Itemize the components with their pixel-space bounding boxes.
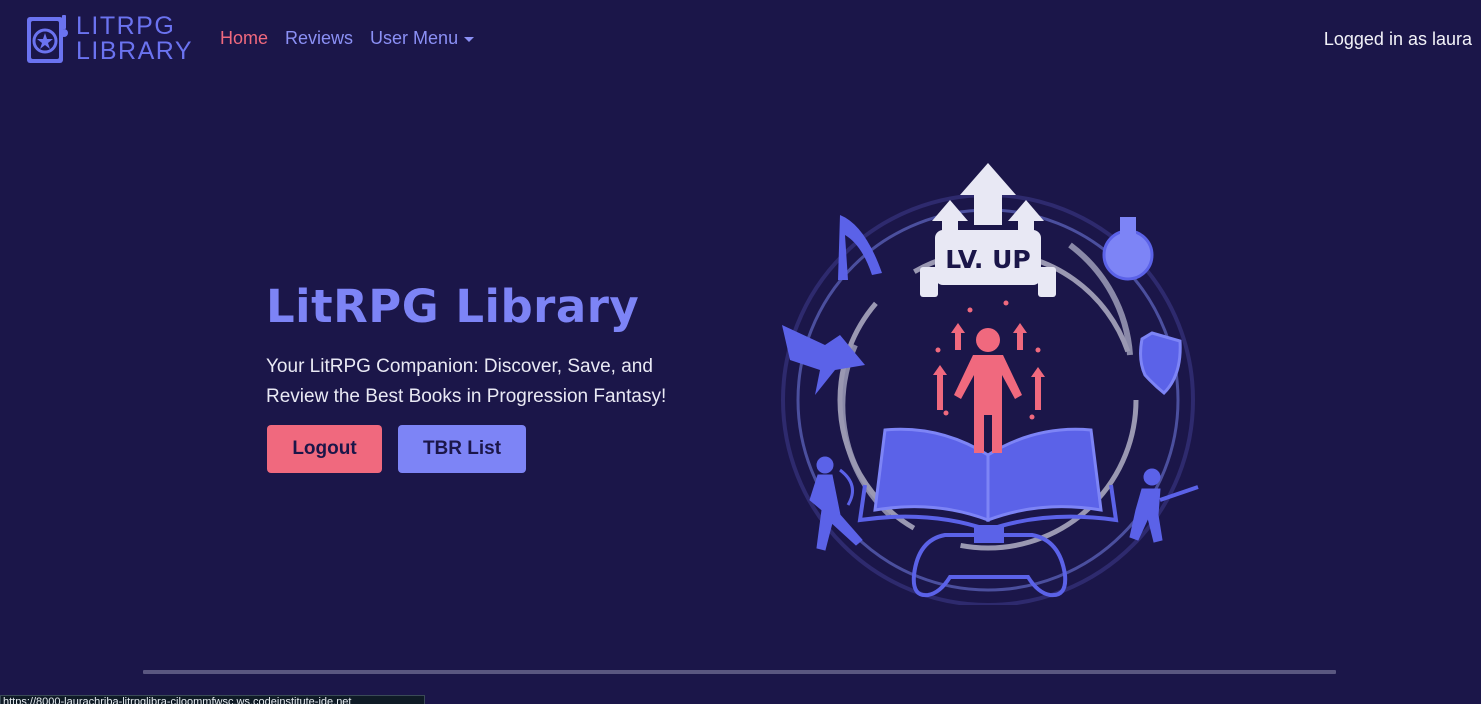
navbar: LITRPG LIBRARY Home Reviews User Menu Lo… <box>0 0 1481 80</box>
tbr-list-button[interactable]: TBR List <box>398 425 526 473</box>
nav-links: Home Reviews User Menu <box>220 28 475 49</box>
hero-illustration: LV. UP <box>781 163 1199 605</box>
gamepad-icon <box>911 525 1068 598</box>
logout-button[interactable]: Logout <box>267 425 382 473</box>
hero-title: LitRPG Library <box>266 280 640 333</box>
open-book-icon <box>857 427 1119 533</box>
brand-text: LITRPG LIBRARY <box>76 14 193 64</box>
shield-icon <box>1139 331 1182 396</box>
caret-down-icon <box>464 37 475 42</box>
nav-link-reviews[interactable]: Reviews <box>285 28 353 49</box>
status-bar-url: https://8000-laurachriba-litrpglibra-cil… <box>0 695 425 704</box>
page: LITRPG LIBRARY Home Reviews User Menu Lo… <box>0 0 1481 704</box>
nav-link-home[interactable]: Home <box>220 28 268 49</box>
book-logo-icon <box>27 15 68 63</box>
divider <box>143 670 1336 674</box>
nav-dropdown-user-menu[interactable]: User Menu <box>370 28 475 49</box>
user-menu-label: User Menu <box>370 28 459 48</box>
level-up-text: LV. UP <box>945 245 1030 274</box>
person-icon <box>954 328 1022 453</box>
brand-line-2: LIBRARY <box>76 37 194 65</box>
level-up-icon: LV. UP <box>920 163 1056 297</box>
login-status: Logged in as laura <box>1323 29 1472 49</box>
brand-logo-link[interactable]: LITRPG LIBRARY <box>24 10 192 68</box>
hero-subtitle: Your LitRPG Companion: Discover, Save, a… <box>266 356 667 407</box>
potion-icon <box>1102 217 1154 281</box>
brand-line-1: LITRPG <box>76 12 176 40</box>
